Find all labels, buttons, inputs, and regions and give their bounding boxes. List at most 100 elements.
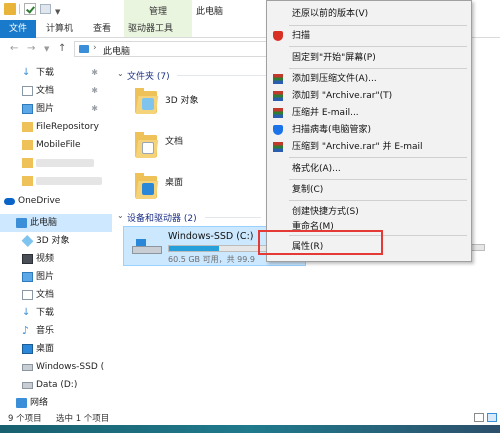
scan-shield-icon xyxy=(273,31,283,41)
menu-separator xyxy=(289,200,467,201)
menu-item-label: 压缩到 "Archive.rar" 并 E-mail xyxy=(292,142,423,152)
sidebar-item-downloads-2[interactable]: ↓ 下载 xyxy=(0,304,112,322)
sidebar-item-label: Windows-SSD ( xyxy=(36,362,105,372)
recent-locations-chevron-icon[interactable]: ▼ xyxy=(44,45,49,53)
taskbar-strip xyxy=(0,425,500,433)
large-icons-view-icon[interactable] xyxy=(487,413,497,422)
sidebar-item-blurred-2[interactable] xyxy=(0,172,112,190)
item-count: 9 个项目 xyxy=(8,414,42,424)
menu-item-compress-rar-and-email[interactable]: 压缩到 "Archive.rar" 并 E-mail xyxy=(267,138,471,156)
sidebar-item-label: Data (D:) xyxy=(36,380,78,390)
menu-item-add-to-archive[interactable]: 添加到压缩文件(A)... xyxy=(267,70,471,88)
sidebar-item-label: OneDrive xyxy=(18,196,61,206)
folders-group-header[interactable]: 文件夹 (7) xyxy=(127,69,170,82)
3d-objects-folder-icon[interactable] xyxy=(135,88,159,114)
menu-separator xyxy=(289,25,467,26)
menu-item-format[interactable]: 格式化(A)... xyxy=(267,160,471,178)
menu-separator xyxy=(289,46,467,47)
sidebar-item-3d-objects[interactable]: 3D 对象 xyxy=(0,232,112,250)
sidebar-item-music[interactable]: ♪ 音乐 xyxy=(0,322,112,340)
status-bar: 9 个项目 选中 1 个项目 xyxy=(0,410,500,425)
sidebar-item-videos[interactable]: 视频 xyxy=(0,250,112,268)
drive-icon xyxy=(22,382,33,389)
sidebar-item-label: 音乐 xyxy=(36,326,55,336)
sidebar-item-filerepository[interactable]: FileRepository xyxy=(0,118,112,136)
up-arrow-icon[interactable]: ↑ xyxy=(58,43,66,54)
desktop-folder-icon[interactable] xyxy=(135,173,159,199)
file-explorer-window: ▼ 管理 此电脑 文件 计算机 查看 驱动器工具 ← → ▼ ↑ › 此电脑 ↓… xyxy=(0,0,500,433)
winrar-icon xyxy=(273,91,283,101)
3d-objects-icon xyxy=(21,235,34,247)
breadcrumb-chevron-icon[interactable]: › xyxy=(93,43,97,53)
tab-drive-tools[interactable]: 驱动器工具 xyxy=(128,20,173,38)
tab-computer[interactable]: 计算机 xyxy=(46,20,73,38)
folder-icon[interactable] xyxy=(4,3,16,15)
sidebar-item-mobilefile[interactable]: MobileFile xyxy=(0,136,112,154)
video-icon xyxy=(22,254,33,264)
menu-item-restore-previous[interactable]: 还原以前的版本(V) xyxy=(267,5,471,23)
sidebar-item-label: 桌面 xyxy=(36,344,55,354)
back-arrow-icon[interactable]: ← xyxy=(10,43,18,54)
sidebar-item-label: 下载 xyxy=(36,68,55,78)
sidebar-item-this-pc[interactable]: 此电脑 xyxy=(0,214,112,232)
menu-item-copy[interactable]: 复制(C) xyxy=(267,181,471,199)
menu-separator xyxy=(289,68,467,69)
menu-item-label: 还原以前的版本(V) xyxy=(292,9,369,19)
pc-manager-shield-icon xyxy=(273,125,283,135)
sidebar-item-onedrive[interactable]: OneDrive xyxy=(0,192,112,210)
collapse-chevron-icon[interactable]: ⌄ xyxy=(117,211,124,220)
menu-item-scan[interactable]: 扫描 xyxy=(267,27,471,45)
folder-label-desktop[interactable]: 桌面 xyxy=(165,175,183,188)
folder-label-3d-objects[interactable]: 3D 对象 xyxy=(165,93,199,106)
menu-item-virus-scan[interactable]: 扫描病毒(电脑管家) xyxy=(267,121,471,139)
document-icon xyxy=(22,86,33,96)
breadcrumb-this-pc[interactable]: 此电脑 xyxy=(103,44,130,57)
sidebar-item-downloads[interactable]: ↓ 下载 ✱ xyxy=(0,64,112,82)
sidebar-item-label: 3D 对象 xyxy=(36,236,70,246)
address-bar[interactable]: › 此电脑 xyxy=(74,41,274,57)
documents-folder-icon[interactable] xyxy=(135,132,159,158)
onedrive-icon xyxy=(4,198,15,205)
sidebar-item-label: 图片 xyxy=(36,104,55,114)
quick-access-divider xyxy=(19,4,20,14)
menu-item-label: 复制(C) xyxy=(292,185,324,195)
sidebar-item-data-d[interactable]: Data (D:) xyxy=(0,376,112,394)
sidebar-item-pictures-2[interactable]: 图片 xyxy=(0,268,112,286)
menu-item-compress-and-email[interactable]: 压缩并 E-mail... xyxy=(267,104,471,122)
sidebar-item-desktop[interactable]: 桌面 xyxy=(0,340,112,358)
menu-item-label: 扫描病毒(电脑管家) xyxy=(292,125,372,135)
folder-icon xyxy=(22,140,33,150)
folder-icon xyxy=(22,122,33,132)
menu-item-add-to-archive-rar[interactable]: 添加到 "Archive.rar"(T) xyxy=(267,87,471,105)
sidebar-item-blurred-1[interactable] xyxy=(0,154,112,172)
sidebar-item-pictures[interactable]: 图片 ✱ xyxy=(0,100,112,118)
forward-arrow-icon[interactable]: → xyxy=(27,43,35,54)
sidebar-item-label: 下载 xyxy=(36,308,55,318)
folder-label-documents[interactable]: 文档 xyxy=(165,134,183,147)
tab-file[interactable]: 文件 xyxy=(0,20,36,38)
manage-tab-label: 管理 xyxy=(148,7,167,17)
new-folder-icon[interactable] xyxy=(40,4,51,14)
menu-item-label: 固定到"开始"屏幕(P) xyxy=(292,53,376,63)
details-view-icon[interactable] xyxy=(474,413,484,422)
winrar-icon xyxy=(273,142,283,152)
winrar-icon xyxy=(273,74,283,84)
menu-item-label: 扫描 xyxy=(292,31,311,41)
pin-icon[interactable]: ✱ xyxy=(91,82,98,100)
pin-icon[interactable]: ✱ xyxy=(91,64,98,82)
collapse-chevron-icon[interactable]: ⌄ xyxy=(117,69,124,78)
sidebar-item-documents-2[interactable]: 文档 xyxy=(0,286,112,304)
chevron-down-icon[interactable]: ▼ xyxy=(55,8,67,20)
download-icon: ↓ xyxy=(22,67,31,78)
pin-icon[interactable]: ✱ xyxy=(91,100,98,118)
devices-group-header[interactable]: 设备和驱动器 (2) xyxy=(127,211,197,224)
drive-usage-fill xyxy=(169,246,219,251)
menu-item-pin-to-start[interactable]: 固定到"开始"屏幕(P) xyxy=(267,49,471,67)
menu-separator xyxy=(289,179,467,180)
selection-count: 选中 1 个项目 xyxy=(56,414,110,424)
tab-view[interactable]: 查看 xyxy=(93,20,111,38)
properties-check-icon[interactable] xyxy=(24,3,36,15)
menu-item-label: 格式化(A)... xyxy=(292,164,341,174)
sidebar-item-windows-ssd[interactable]: Windows-SSD ( xyxy=(0,358,112,376)
sidebar-item-documents[interactable]: 文档 ✱ xyxy=(0,82,112,100)
